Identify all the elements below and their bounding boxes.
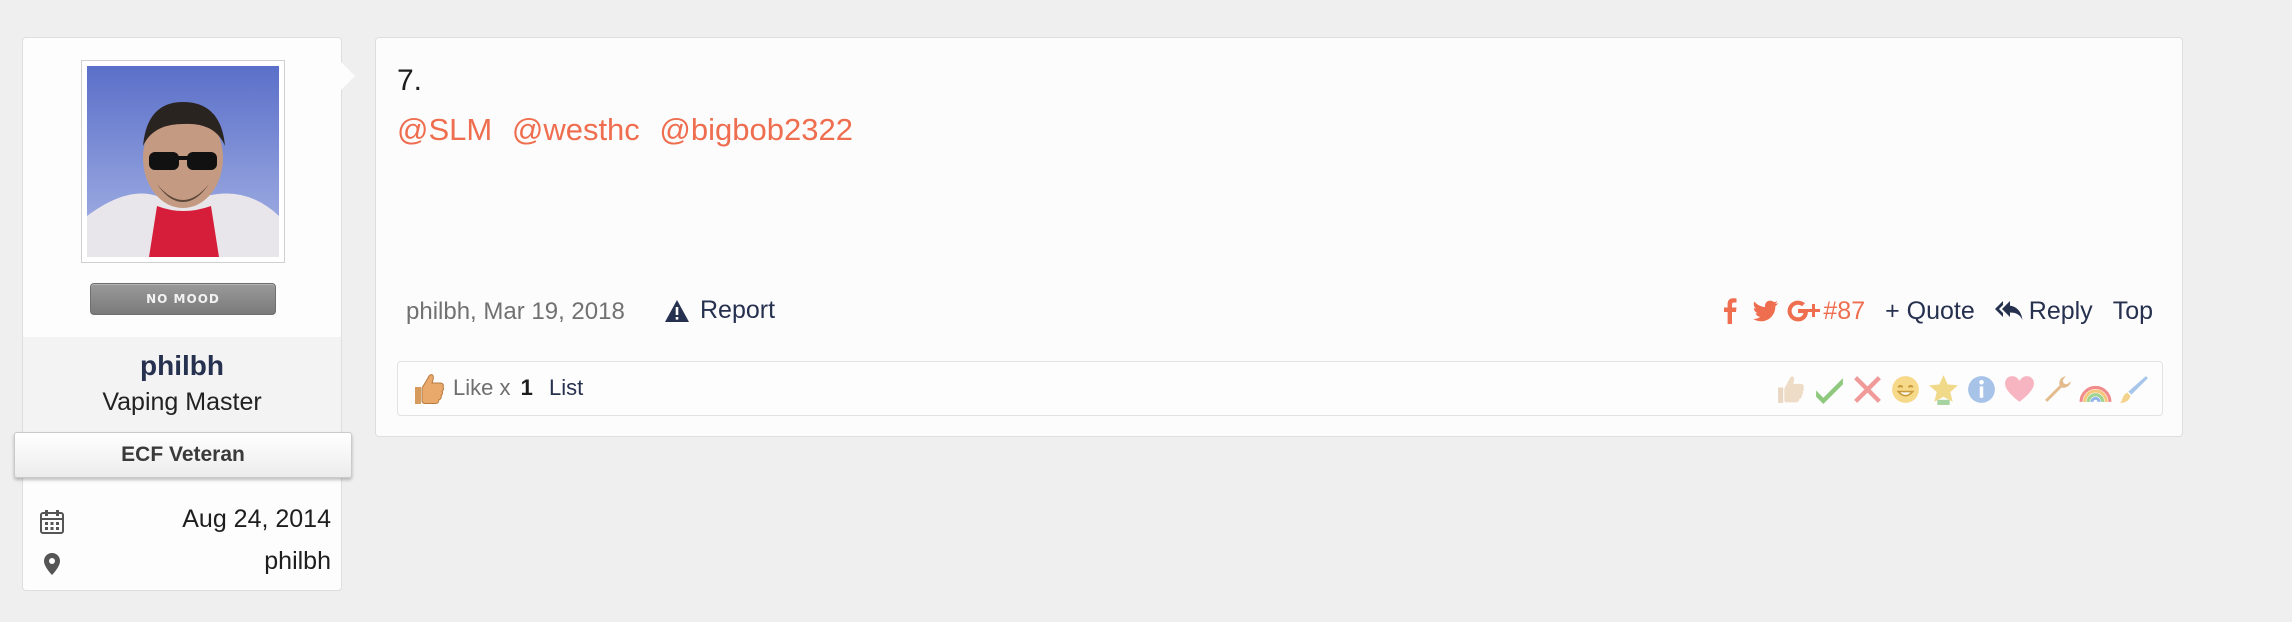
map-pin-icon xyxy=(44,553,60,575)
love-icon[interactable] xyxy=(2003,373,2036,406)
report-link[interactable]: Report xyxy=(664,296,775,325)
reply-all-icon xyxy=(1994,301,2023,320)
informative-icon[interactable] xyxy=(1965,373,1998,406)
like-count: 1 xyxy=(520,375,533,400)
user-info-panel: NO MOOD philbh Vaping Master ECF Veteran… xyxy=(14,37,355,591)
avatar[interactable] xyxy=(81,60,285,263)
reply-button[interactable]: Reply xyxy=(1994,296,2093,326)
report-label: Report xyxy=(700,296,776,324)
user-banner: ECF Veteran xyxy=(14,432,352,478)
avatar-image xyxy=(87,66,279,257)
funny-icon[interactable] xyxy=(1889,373,1922,406)
post-meta[interactable]: philbh, Mar 19, 2018 xyxy=(406,298,625,326)
username-link[interactable]: philbh xyxy=(23,350,341,382)
creative-icon[interactable] xyxy=(2117,373,2150,406)
agree-icon[interactable] xyxy=(1813,373,1846,406)
like-rating-icon[interactable] xyxy=(1775,373,1808,406)
thumbs-up-icon xyxy=(415,374,445,404)
mention-link[interactable]: @SLM xyxy=(397,112,492,147)
page: NO MOOD philbh Vaping Master ECF Veteran… xyxy=(0,0,2292,622)
like-summary: Like x 1 xyxy=(453,375,533,401)
mood-badge[interactable]: NO MOOD xyxy=(90,283,276,315)
likes-list-link[interactable]: List xyxy=(549,375,583,401)
location-row: philbh xyxy=(39,547,331,579)
warning-icon xyxy=(665,299,689,322)
mention-link[interactable]: @bigbob2322 xyxy=(659,112,853,147)
post-actions: #87 + Quote Reply Top xyxy=(1723,294,2153,328)
winner-icon[interactable] xyxy=(1927,373,1960,406)
like-label: Like x xyxy=(453,375,511,400)
google-plus-icon[interactable] xyxy=(1787,299,1821,323)
rating-buttons xyxy=(1775,372,2150,406)
useful-icon[interactable] xyxy=(2041,373,2074,406)
facebook-icon[interactable] xyxy=(1723,298,1737,324)
likes-summary: Like x 1 List xyxy=(397,361,2163,416)
mentions: @SLM @westhc @bigbob2322 xyxy=(397,112,864,148)
top-link[interactable]: Top xyxy=(2113,297,2153,326)
twitter-icon[interactable] xyxy=(1753,300,1779,322)
post-body-text: 7. xyxy=(397,64,423,97)
join-date: Aug 24, 2014 xyxy=(182,505,331,533)
disagree-icon[interactable] xyxy=(1851,373,1884,406)
mention-link[interactable]: @westhc xyxy=(512,112,640,147)
share-buttons: #87 xyxy=(1723,297,1865,326)
location-link[interactable]: philbh xyxy=(264,547,331,576)
panel-pointer xyxy=(341,62,355,90)
quote-button[interactable]: + Quote xyxy=(1885,297,1975,326)
rainbow-icon[interactable] xyxy=(2079,373,2112,406)
post-container: 7. @SLM @westhc @bigbob2322 philbh, Mar … xyxy=(375,37,2183,437)
joined-row: Aug 24, 2014 xyxy=(39,505,331,537)
user-title: Vaping Master xyxy=(102,388,262,416)
calendar-icon xyxy=(40,510,64,534)
post-permalink[interactable]: #87 xyxy=(1823,297,1865,326)
reply-label: Reply xyxy=(2028,296,2093,325)
